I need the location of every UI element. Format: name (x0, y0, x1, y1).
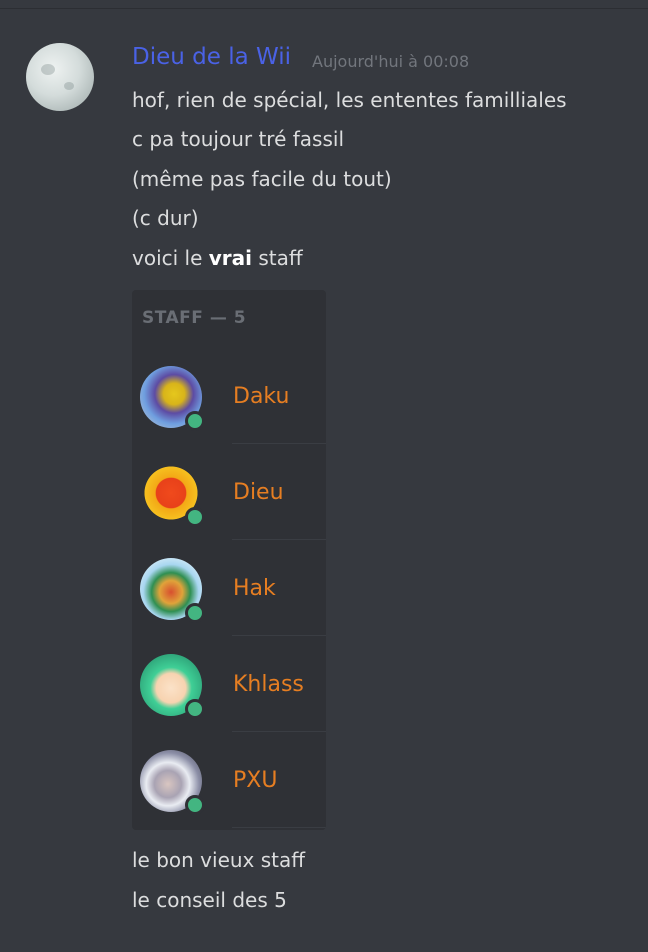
online-status-icon (185, 603, 205, 623)
online-status-icon (185, 699, 205, 719)
member-name: Dieu (233, 480, 284, 505)
message-line: le conseil des 5 (132, 888, 287, 912)
top-divider (0, 8, 648, 9)
message-line: voici le vrai staff (132, 246, 303, 270)
staff-embed: STAFF — 5 Daku Dieu Hak Khlass PXU (132, 290, 326, 830)
message-line: hof, rien de spécial, les ententes famil… (132, 88, 567, 112)
member-name: Khlass (233, 672, 304, 697)
author-avatar[interactable] (26, 43, 94, 111)
message-line: le bon vieux staff (132, 848, 306, 872)
message-line: (même pas facile du tout) (132, 167, 392, 191)
line-text: staff (252, 246, 303, 270)
message-timestamp[interactable]: Aujourd'hui à 00:08 (312, 52, 469, 71)
bold-text: vrai (208, 246, 253, 270)
divider (232, 827, 326, 828)
message-line: (c dur) (132, 206, 199, 230)
member-name: Daku (233, 384, 290, 409)
embed-header: STAFF — 5 (142, 308, 247, 328)
author-name[interactable]: Dieu de la Wii (132, 44, 291, 70)
member-item[interactable]: Khlass (132, 636, 326, 732)
online-status-icon (185, 507, 205, 527)
online-status-icon (185, 411, 205, 431)
member-item[interactable]: PXU (132, 732, 326, 828)
online-status-icon (185, 795, 205, 815)
member-name: PXU (233, 768, 278, 793)
member-name: Hak (233, 576, 276, 601)
member-item[interactable]: Hak (132, 540, 326, 636)
member-item[interactable]: Daku (132, 348, 326, 444)
member-item[interactable]: Dieu (132, 444, 326, 540)
line-text: voici le (132, 246, 209, 270)
message-line: c pa toujour tré fassil (132, 127, 345, 151)
